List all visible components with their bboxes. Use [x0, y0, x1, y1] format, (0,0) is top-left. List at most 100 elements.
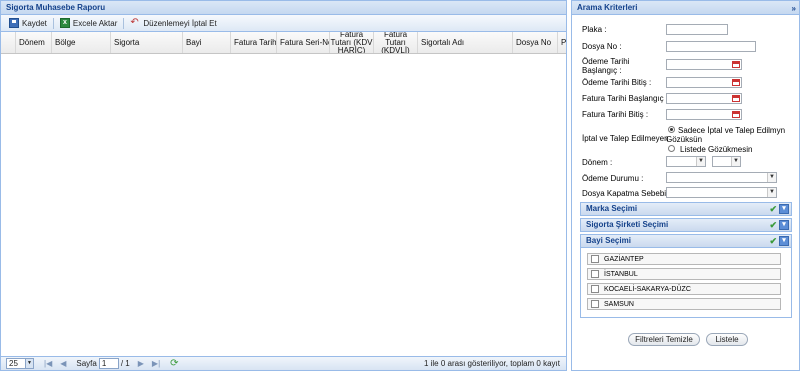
paging-info: 1 ile 0 arası gösteriliyor, toplam 0 kay…	[423, 359, 560, 368]
fatura-baslangic-date[interactable]	[666, 93, 742, 104]
grid-header: Dönem Bölge Sigorta Bayi Fatura Tarihi F…	[1, 32, 566, 54]
chevron-down-icon: ▼	[767, 173, 776, 182]
page-label: Sayfa	[76, 359, 97, 368]
excel-icon: x	[59, 18, 70, 28]
save-icon	[9, 18, 19, 28]
column-header-fatura-tutari-kdv-haric[interactable]: Fatura Tutarı (KDV HARİÇ)	[330, 32, 374, 53]
radio-listede-gozukmesin-label: Listede Gözükmesin	[680, 145, 753, 154]
chevron-down-icon: ▼	[25, 359, 33, 368]
odeme-baslangic-date[interactable]	[666, 59, 742, 70]
plaka-label: Plaka :	[582, 25, 607, 34]
collapse-toggle-icon[interactable]: ▾	[779, 236, 789, 246]
page-number-input[interactable]: 1	[98, 358, 119, 369]
radio-listede-gozukmesin[interactable]	[668, 145, 675, 152]
chevron-down-icon: ▼	[731, 157, 740, 166]
sigorta-sirketi-secimi-section[interactable]: Sigorta Şirketi Seçimi ✔ ▾	[580, 218, 792, 232]
column-header-fatura-tutari-kdvli[interactable]: Fatura Tutarı (KDVLİ)	[374, 32, 418, 53]
last-page-icon[interactable]: ▶|	[152, 359, 160, 368]
collapse-toggle-icon[interactable]: ▾	[779, 220, 789, 230]
list-button[interactable]: Listele	[706, 333, 748, 346]
excel-label: Excele Aktar	[72, 18, 118, 28]
plaka-input[interactable]	[666, 24, 728, 35]
toolbar-divider	[52, 17, 54, 29]
toolbar-divider	[123, 17, 125, 29]
chevron-down-icon: ▼	[767, 188, 776, 197]
first-page-icon[interactable]: |◀	[44, 359, 52, 368]
cancel-edit-label: Düzenlemeyi İptal Et	[143, 18, 217, 28]
criteria-header: Arama Kriterleri »	[572, 1, 799, 15]
list-item[interactable]: GAZİANTEP	[587, 253, 781, 265]
refresh-icon[interactable]: ⟳	[170, 358, 178, 369]
checkbox[interactable]	[591, 255, 599, 263]
check-icon: ✔	[769, 220, 777, 230]
row-number-header	[1, 32, 16, 53]
dosya-no-input[interactable]	[666, 41, 756, 52]
checkbox[interactable]	[591, 285, 599, 293]
dosya-kapatma-select[interactable]: ▼	[666, 187, 777, 198]
calendar-icon[interactable]	[732, 79, 740, 86]
fatura-baslangic-label: Fatura Tarihi Başlangıç :	[582, 94, 669, 103]
list-item[interactable]: İSTANBUL	[587, 268, 781, 280]
check-icon: ✔	[769, 204, 777, 214]
dosya-kapatma-label: Dosya Kapatma Sebebi :	[582, 189, 671, 198]
column-header-fatura-seri-no[interactable]: Fatura Seri-No	[277, 32, 330, 53]
calendar-icon[interactable]	[732, 61, 740, 68]
page-size-value: 25	[9, 359, 18, 368]
grid-body	[1, 56, 566, 356]
list-item[interactable]: SAMSUN	[587, 298, 781, 310]
bayi-name: SAMSUN	[604, 301, 634, 308]
criteria-title: Arama Kriterleri	[577, 3, 638, 12]
checkbox[interactable]	[591, 270, 599, 278]
page-total: / 1	[120, 359, 130, 368]
odeme-baslangic-label: Ödeme Tarihi Başlangıç :	[582, 57, 630, 75]
calendar-icon[interactable]	[732, 111, 740, 118]
check-icon: ✔	[769, 236, 777, 246]
marka-secimi-section[interactable]: Marka Seçimi ✔ ▾	[580, 202, 792, 216]
save-button[interactable]: Kaydet	[5, 16, 51, 31]
fatura-bitis-label: Fatura Tarihi Bitiş :	[582, 110, 649, 119]
fatura-bitis-date[interactable]	[666, 109, 742, 120]
prev-page-icon[interactable]: ◀	[60, 359, 66, 368]
report-panel: Sigorta Muhasebe Raporu Kaydet x Excele …	[0, 0, 567, 371]
column-header-donem[interactable]: Dönem	[16, 32, 52, 53]
donem-year-select[interactable]: ▼	[712, 156, 741, 167]
paging-toolbar: 25 ▼ |◀ ◀ Sayfa 1 / 1 ▶ ▶| ⟳ 1 ile 0 ara…	[1, 356, 566, 370]
donem-month-select[interactable]: ▼	[666, 156, 706, 167]
report-title: Sigorta Muhasebe Raporu	[1, 1, 566, 15]
calendar-icon[interactable]	[732, 95, 740, 102]
checkbox[interactable]	[591, 300, 599, 308]
column-header-sigortali-adi[interactable]: Sigortalı Adı	[418, 32, 513, 53]
collapse-toggle-icon[interactable]: ▾	[779, 204, 789, 214]
undo-icon: ↶	[130, 17, 139, 28]
column-header-bayi[interactable]: Bayi	[183, 32, 231, 53]
dosya-no-label: Dosya No :	[582, 42, 622, 51]
sigorta-sirketi-secimi-title: Sigorta Şirketi Seçimi	[586, 220, 669, 229]
excel-export-button[interactable]: x Excele Aktar	[56, 16, 121, 31]
bayi-name: KOCAELİ-SAKARYA-DÜZC	[604, 286, 691, 293]
radio-sadece-iptal-label: Sadece İptal ve Talep Edilmyn Gözüksün	[666, 126, 786, 144]
odeme-bitis-label: Ödeme Tarihi Bitiş :	[582, 78, 652, 87]
next-page-icon[interactable]: ▶	[138, 359, 144, 368]
report-toolbar: Kaydet x Excele Aktar ↶ Düzenlemeyi İpta…	[1, 15, 566, 32]
bayi-list: GAZİANTEP İSTANBUL KOCAELİ-SAKARYA-DÜZC …	[580, 248, 792, 318]
bayi-secimi-title: Bayi Seçimi	[586, 236, 631, 245]
bayi-name: GAZİANTEP	[604, 256, 644, 263]
column-header-sigorta[interactable]: Sigorta	[111, 32, 183, 53]
collapse-icon[interactable]: »	[792, 2, 796, 15]
column-header-fatura-tarihi[interactable]: Fatura Tarihi	[231, 32, 277, 53]
odeme-durumu-label: Ödeme Durumu :	[582, 174, 644, 183]
chevron-down-icon: ▼	[696, 157, 705, 166]
column-header-dosya-no[interactable]: Dosya No	[513, 32, 558, 53]
cancel-edit-button[interactable]: ↶ Düzenlemeyi İptal Et	[126, 16, 220, 31]
marka-secimi-title: Marka Seçimi	[586, 204, 638, 213]
clear-filters-button[interactable]: Filtreleri Temizle	[628, 333, 700, 346]
column-header-bolge[interactable]: Bölge	[52, 32, 111, 53]
search-criteria-panel: Arama Kriterleri » Plaka : Dosya No : Öd…	[571, 0, 800, 371]
column-header-pl[interactable]: Pl	[558, 32, 566, 53]
page-size-select[interactable]: 25 ▼	[6, 358, 34, 369]
odeme-durumu-select[interactable]: ▼	[666, 172, 777, 183]
bayi-secimi-section[interactable]: Bayi Seçimi ✔ ▾	[580, 234, 792, 248]
odeme-bitis-date[interactable]	[666, 77, 742, 88]
list-item[interactable]: KOCAELİ-SAKARYA-DÜZC	[587, 283, 781, 295]
bayi-name: İSTANBUL	[604, 271, 638, 278]
